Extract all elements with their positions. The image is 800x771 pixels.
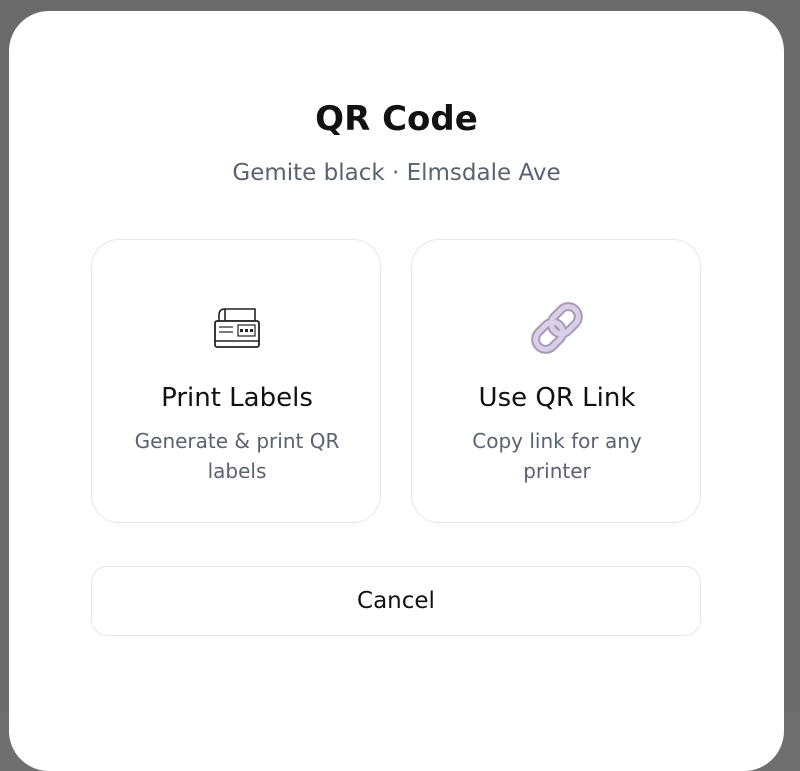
modal-subtitle: Gemite black · Elmsdale Ave [232, 160, 561, 186]
use-qr-link-description: Copy link for any printer [472, 429, 642, 483]
print-labels-title: Print Labels [161, 383, 313, 413]
print-labels-description: Generate & print QR labels [134, 429, 340, 483]
use-qr-link-title: Use QR Link [478, 383, 636, 413]
cancel-button[interactable]: Cancel [91, 566, 701, 636]
label-printer-icon [92, 298, 382, 358]
modal-title: QR Code [315, 99, 478, 139]
print-labels-option[interactable]: Print Labels Generate & print QR labels [91, 239, 381, 523]
qr-code-modal: QR Code Gemite black · Elmsdale Ave Prin… [9, 11, 784, 771]
link-icon [412, 298, 702, 358]
use-qr-link-option[interactable]: Use QR Link Copy link for any printer [411, 239, 701, 523]
